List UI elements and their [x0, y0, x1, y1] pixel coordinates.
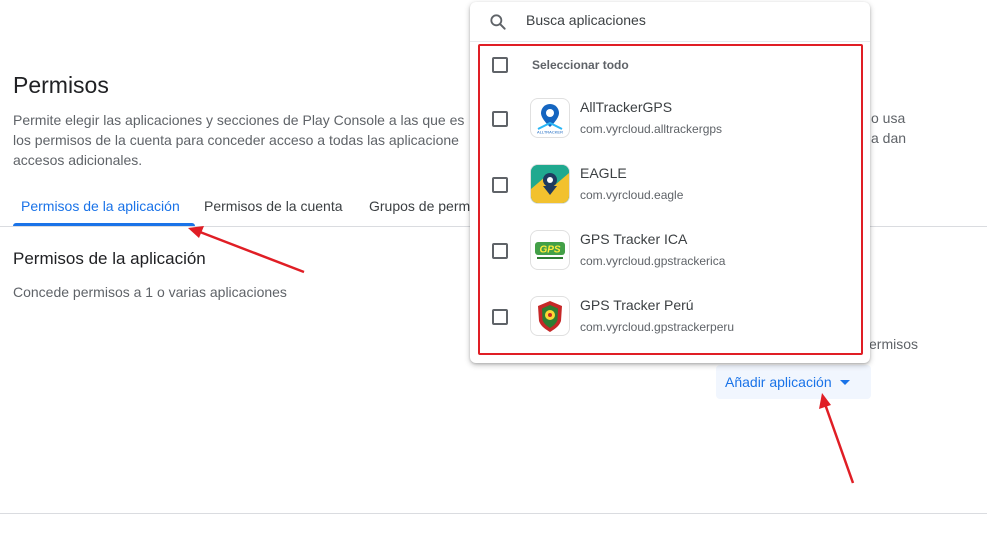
annotation-arrow-tab: [199, 230, 305, 274]
page-title: Permisos: [13, 72, 109, 98]
section-title: Permisos de la aplicación: [13, 249, 206, 268]
active-tab-indicator: [13, 223, 195, 226]
dropdown-caret-icon: [839, 379, 850, 385]
tab-permisos-aplicacion[interactable]: Permisos de la aplicación: [21, 198, 180, 214]
search-input[interactable]: [526, 12, 846, 28]
section-subtitle: Concede permisos a 1 o varias aplicacion…: [13, 284, 287, 300]
add-app-label: Añadir aplicación: [725, 374, 832, 390]
annotation-arrow-button: [823, 403, 855, 484]
annotation-arrowhead-tab: [188, 226, 204, 238]
tab-grupos-permisos[interactable]: Grupos de perm: [369, 198, 470, 214]
divider: [0, 513, 987, 514]
tab-permisos-cuenta[interactable]: Permisos de la cuenta: [204, 198, 343, 214]
search-row: [470, 2, 870, 42]
search-icon: [490, 14, 506, 30]
add-app-button[interactable]: Añadir aplicación: [716, 365, 871, 399]
section-fragment: ermisos: [869, 336, 919, 352]
description-fragment-1: o usa: [871, 110, 906, 126]
annotation-highlight-box: [478, 44, 863, 355]
description-fragment-2: a dan: [871, 130, 907, 146]
